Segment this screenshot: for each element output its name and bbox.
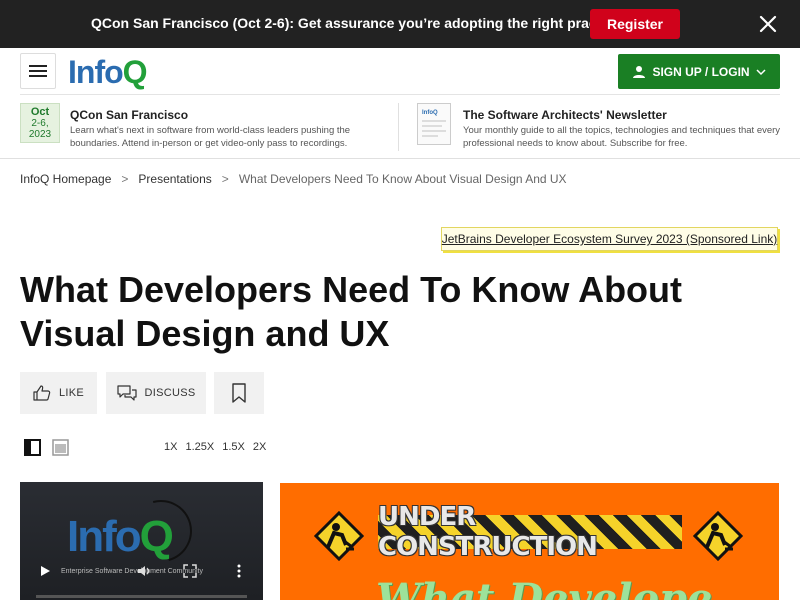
hamburger-icon bbox=[29, 65, 47, 77]
like-label: LIKE bbox=[58, 387, 85, 399]
bookmark-button[interactable] bbox=[214, 372, 264, 414]
promo-divider-bottom bbox=[0, 158, 800, 159]
banner-text: QCon San Francisco (Oct 2-6): Get assura… bbox=[91, 15, 633, 31]
slide-title-text: What Develope bbox=[376, 575, 713, 600]
speed-1-5x[interactable]: 1.5X bbox=[222, 441, 245, 453]
register-button[interactable]: Register bbox=[590, 9, 680, 39]
event-description: Learn what's next in software from world… bbox=[70, 125, 351, 149]
close-icon[interactable] bbox=[757, 13, 779, 35]
newsletter-description: Your monthly guide to all the topics, te… bbox=[463, 125, 781, 149]
more-options-icon[interactable] bbox=[232, 564, 246, 578]
video-subtitle: Enterprise Software Development Communit… bbox=[61, 568, 204, 575]
event-title[interactable]: QCon San Francisco bbox=[70, 108, 188, 122]
split-view-icon[interactable] bbox=[24, 439, 41, 456]
comments-icon bbox=[116, 385, 137, 401]
play-icon[interactable] bbox=[38, 564, 52, 578]
header-divider bbox=[20, 94, 780, 95]
sponsored-link[interactable]: JetBrains Developer Ecosystem Survey 202… bbox=[441, 227, 778, 251]
bookmark-icon bbox=[232, 383, 246, 403]
speed-1x[interactable]: 1X bbox=[164, 441, 177, 453]
menu-button[interactable] bbox=[20, 53, 56, 89]
discuss-button[interactable]: DISCUSS bbox=[106, 372, 206, 414]
announcement-banner: QCon San Francisco (Oct 2-6): Get assura… bbox=[0, 0, 800, 48]
speed-2x[interactable]: 2X bbox=[253, 441, 266, 453]
thumbs-up-icon bbox=[33, 385, 51, 401]
presentation-slide: UNDER CONSTRUCTION What Develope bbox=[280, 483, 779, 600]
breadcrumb-current: What Developers Need To Know About Visua… bbox=[238, 172, 567, 186]
user-icon bbox=[633, 65, 646, 78]
breadcrumb-home[interactable]: InfoQ Homepage bbox=[20, 172, 111, 186]
infoq-logo[interactable]: InfoQ bbox=[68, 53, 148, 91]
playback-speed-selector: 1X 1.25X 1.5X 2X bbox=[164, 441, 266, 453]
volume-icon[interactable] bbox=[137, 564, 151, 578]
chevron-down-icon bbox=[756, 68, 766, 75]
breadcrumb-separator: > bbox=[221, 172, 229, 186]
under-construction-banner: UNDER CONSTRUCTION bbox=[378, 502, 682, 562]
signup-label: SIGN UP / LOGIN bbox=[652, 64, 750, 79]
fullscreen-icon[interactable] bbox=[183, 564, 197, 578]
construction-sign-icon bbox=[692, 510, 744, 562]
signup-login-button[interactable]: SIGN UP / LOGIN bbox=[618, 54, 780, 89]
video-progress-bar[interactable] bbox=[36, 595, 247, 598]
page-title: What Developers Need To Know About Visua… bbox=[20, 269, 683, 354]
like-button[interactable]: LIKE bbox=[20, 372, 97, 414]
video-player[interactable]: InfoQ Enterprise Software Development Co… bbox=[20, 482, 263, 600]
promo-divider bbox=[398, 103, 399, 151]
construction-sign-icon bbox=[313, 510, 365, 562]
newsletter-title[interactable]: The Software Architects' Newsletter bbox=[463, 108, 667, 122]
full-view-icon[interactable] bbox=[52, 439, 69, 456]
breadcrumb-separator: > bbox=[121, 172, 129, 186]
discuss-label: DISCUSS bbox=[144, 387, 196, 399]
breadcrumb-presentations[interactable]: Presentations bbox=[138, 172, 211, 186]
newsletter-thumbnail[interactable]: InfoQ bbox=[417, 103, 451, 145]
event-date-badge[interactable]: Oct 2-6, 2023 bbox=[20, 103, 60, 143]
breadcrumb: InfoQ Homepage > Presentations > What De… bbox=[20, 172, 567, 186]
speed-1-25x[interactable]: 1.25X bbox=[185, 441, 214, 453]
